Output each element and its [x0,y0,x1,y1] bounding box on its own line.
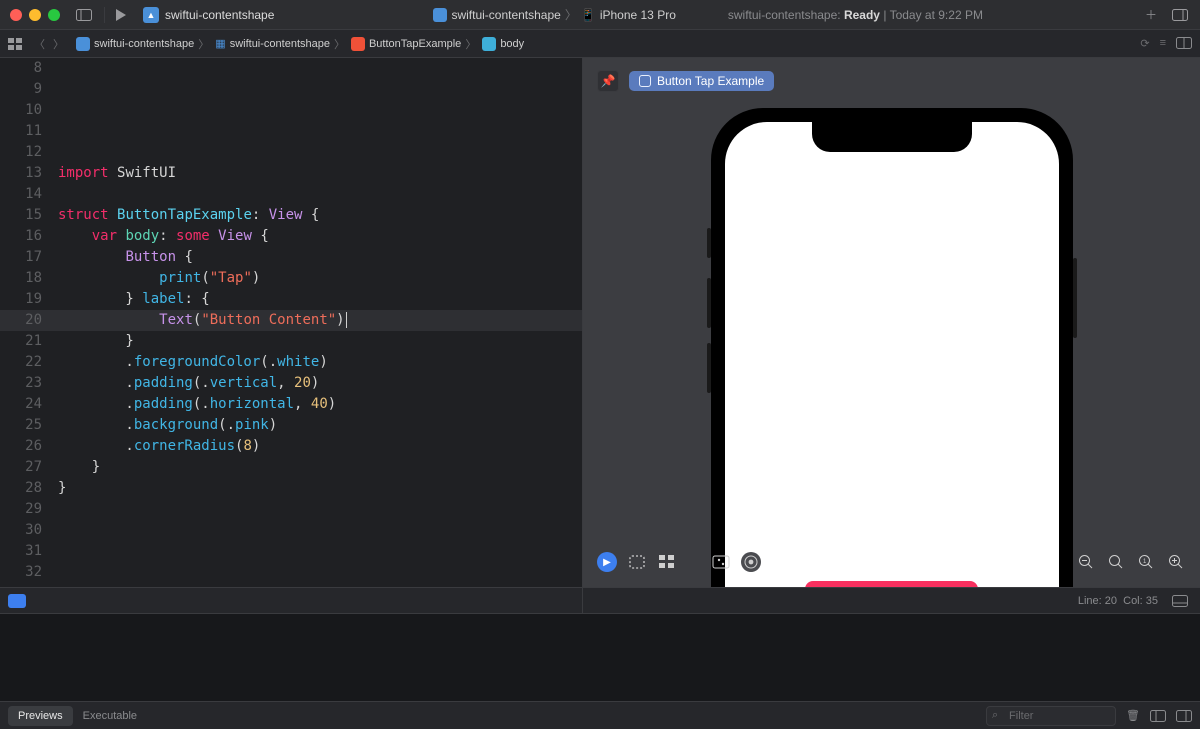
issue-indicator[interactable] [8,594,26,608]
debug-tabs: Previews Executable [8,706,147,726]
zoom-out-icon[interactable] [1076,552,1096,572]
code-line[interactable]: 26 .cornerRadius(8) [0,436,582,457]
activity-status: swiftui-contentshape: Ready | Today at 9… [728,8,983,22]
project-icon [76,37,90,51]
selectable-preview-icon[interactable] [627,552,647,572]
project-icon [433,8,447,22]
device-settings-icon[interactable] [711,552,731,572]
device-frame: Button Content ↖ [711,108,1073,587]
trash-icon[interactable]: 🗑 [1126,709,1140,722]
folder-icon: ▦ [215,37,225,50]
zoom-actual-icon[interactable]: 1 [1136,552,1156,572]
filter-icon: ⌕ [992,709,998,722]
property-icon [482,37,496,51]
code-line[interactable]: 18 print("Tap") [0,268,582,289]
debug-console[interactable] [0,613,1200,701]
debug-bar: Previews Executable ⌕ Filter 🗑 [0,701,1200,729]
device-screen[interactable]: Button Content ↖ [725,122,1059,587]
zoom-fit-icon[interactable] [1106,552,1126,572]
toggle-variables-view-icon[interactable] [1150,710,1166,722]
titlebar: ▲ swiftui-contentshape swiftui-contentsh… [0,0,1200,30]
related-items-icon[interactable] [8,38,26,50]
main-split: 8 9 10 11 12 13import SwiftUI14 15struct… [0,58,1200,587]
tab-executable[interactable]: Executable [73,706,147,726]
code-line[interactable]: 11 [0,121,582,142]
editor-status-row: Line: 20 Col: 35 [0,587,1200,613]
variants-icon[interactable] [657,552,677,572]
live-preview-button[interactable]: ▶ [597,552,617,572]
code-line[interactable]: 15struct ButtonTapExample: View { [0,205,582,226]
zoom-window-button[interactable] [48,9,60,21]
refresh-icon[interactable]: ⟳ [1140,37,1149,50]
close-window-button[interactable] [10,9,22,21]
canvas-toolbar: ▶ [597,549,1186,575]
run-destination[interactable]: swiftui-contentshape 〉 📱 iPhone 13 Pro [433,6,675,23]
minimap-toggle-icon[interactable] [1172,593,1188,609]
code-line[interactable]: 30 [0,520,582,541]
code-line[interactable]: 14 [0,184,582,205]
adjust-editor-icon[interactable]: ≡ [1160,37,1166,50]
code-line[interactable]: 21 } [0,331,582,352]
code-line[interactable]: 9 [0,79,582,100]
preview-button[interactable]: Button Content ↖ [805,581,977,587]
swift-file-icon [351,37,365,51]
toggle-console-view-icon[interactable] [1176,710,1192,722]
code-line[interactable]: 10 [0,100,582,121]
pin-preview-button[interactable]: 📌 [597,70,619,92]
code-line[interactable]: 28} [0,478,582,499]
source-editor[interactable]: 8 9 10 11 12 13import SwiftUI14 15struct… [0,58,582,587]
code-line[interactable]: 16 var body: some View { [0,226,582,247]
code-line[interactable]: 20 Text("Button Content") [0,310,582,331]
cursor-position: Line: 20 Col: 35 [1078,595,1158,607]
back-button-icon[interactable]: 〈 [34,36,45,52]
svg-text:1: 1 [1143,559,1147,565]
app-icon: ▲ [143,7,159,23]
console-filter-input[interactable]: ⌕ Filter [986,706,1116,726]
device-icon: 📱 [581,8,596,22]
jump-bar: 〈 〉 swiftui-contentshape〉 ▦swiftui-conte… [0,30,1200,58]
code-line[interactable]: 8 [0,58,582,79]
device-notch [812,122,972,152]
code-line[interactable]: 13import SwiftUI [0,163,582,184]
source-editor-pane: 8 9 10 11 12 13import SwiftUI14 15struct… [0,58,583,587]
breadcrumb-path[interactable]: swiftui-contentshape〉 ▦swiftui-contentsh… [76,36,1132,52]
preview-icon [639,75,651,87]
add-tab-icon[interactable]: ＋ [1142,6,1160,23]
chevron-right-icon: 〉 [565,6,577,23]
code-line[interactable]: 29 [0,499,582,520]
preview-on-device-icon[interactable] [741,552,761,572]
code-line[interactable]: 31 [0,541,582,562]
code-line[interactable]: 32 [0,562,582,583]
code-line[interactable]: 24 .padding(.horizontal, 40) [0,394,582,415]
editor-options-icon[interactable] [1176,37,1192,50]
code-line[interactable]: 17 Button { [0,247,582,268]
code-line[interactable]: 23 .padding(.vertical, 20) [0,373,582,394]
window-controls [10,9,60,21]
code-line[interactable]: 12 [0,142,582,163]
toggle-inspectors-icon[interactable] [1172,9,1190,21]
forward-button-icon[interactable]: 〉 [53,36,64,52]
code-line[interactable]: 22 .foregroundColor(.white) [0,352,582,373]
canvas-pane: 📌 Button Tap Example Button Content ↖ [583,58,1200,587]
code-line[interactable]: 25 .background(.pink) [0,415,582,436]
toggle-navigator-icon[interactable] [76,9,94,21]
tab-previews[interactable]: Previews [8,706,73,726]
minimize-window-button[interactable] [29,9,41,21]
scheme-selector[interactable]: ▲ swiftui-contentshape [143,7,274,23]
code-line[interactable]: 27 } [0,457,582,478]
code-line[interactable]: 19 } label: { [0,289,582,310]
run-button-icon[interactable] [115,9,133,21]
scheme-name: swiftui-contentshape [165,8,274,22]
preview-title-pill[interactable]: Button Tap Example [629,71,774,91]
zoom-in-icon[interactable] [1166,552,1186,572]
